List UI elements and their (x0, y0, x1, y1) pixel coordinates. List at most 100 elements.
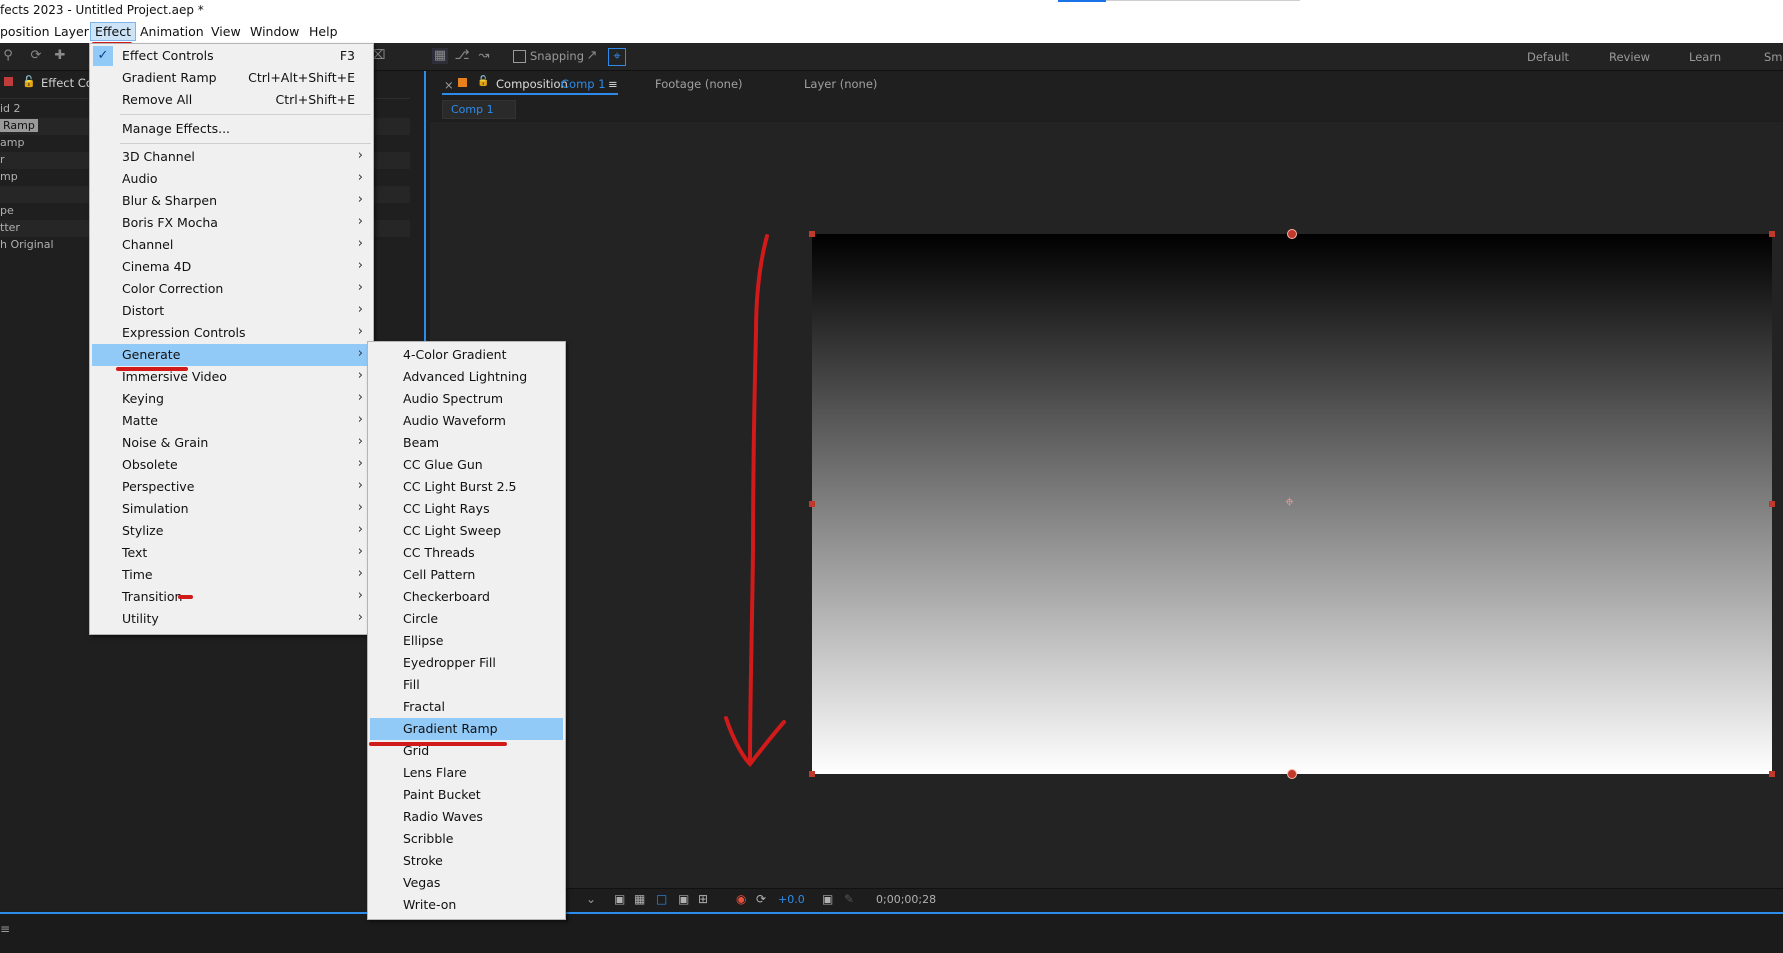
layer-handle[interactable] (1769, 231, 1775, 237)
exposure-value[interactable]: +0.0 (778, 893, 805, 906)
menu-item-3d-channel[interactable]: 3D Channel › (92, 146, 371, 168)
submenu-item-4-color-gradient[interactable]: 4-Color Gradient (370, 344, 563, 366)
lock-icon[interactable]: 🔓 (22, 75, 36, 88)
composition-tab-name[interactable]: Comp 1 (561, 77, 606, 91)
snapping-checkbox[interactable] (513, 50, 526, 63)
reset-exposure-icon[interactable]: ⟳ (756, 892, 766, 906)
composition-viewer[interactable]: ⌖ (430, 122, 1783, 888)
snapshot-icon[interactable]: ▣ (822, 892, 833, 906)
ramp-end-point[interactable] (1287, 769, 1297, 779)
submenu-item-advanced-lightning[interactable]: Advanced Lightning (370, 366, 563, 388)
layer-handle[interactable] (809, 231, 815, 237)
chevron-down-icon[interactable]: ⌄ (586, 892, 596, 906)
menu-item-boris-fx-mocha[interactable]: Boris FX Mocha › (92, 212, 371, 234)
menu-item-expression-controls[interactable]: Expression Controls › (92, 322, 371, 344)
grid-icon[interactable]: ⊞ (698, 892, 708, 906)
channel-icon[interactable]: ◉ (736, 892, 746, 906)
layer-handle[interactable] (809, 771, 815, 777)
breadcrumb-comp[interactable]: Comp 1 (451, 103, 494, 116)
show-snapshot-icon[interactable]: ✎ (844, 892, 854, 906)
region-icon[interactable]: ▣ (678, 892, 689, 906)
lock-icon[interactable]: 🔓 (477, 76, 489, 87)
pin-tool-icon[interactable]: ⎇ (454, 48, 470, 64)
menu-layer[interactable]: Layer (54, 24, 89, 39)
menu-item-effect-controls[interactable]: ✓ Effect Controls F3 (92, 45, 371, 67)
timeline-menu-icon[interactable]: ≡ (0, 922, 10, 936)
layer-handle[interactable] (1769, 771, 1775, 777)
breadcrumb[interactable]: Comp 1 (442, 100, 516, 119)
menu-composition[interactable]: position (0, 24, 50, 39)
zoom-tool-icon[interactable]: ⚲ (0, 48, 16, 64)
anchor-point-icon[interactable]: ⌖ (1285, 492, 1294, 512)
menu-animation[interactable]: Animation (140, 24, 204, 39)
submenu-item-radio-waves[interactable]: Radio Waves (370, 806, 563, 828)
submenu-item-lens-flare[interactable]: Lens Flare (370, 762, 563, 784)
menu-item-keying[interactable]: Keying › (92, 388, 371, 410)
layer-handle[interactable] (809, 501, 815, 507)
layer-handle[interactable] (1769, 501, 1775, 507)
timecode[interactable]: 0;00;00;28 (876, 893, 936, 906)
menu-item-manage-effects[interactable]: Manage Effects... (92, 118, 371, 140)
menu-item-gradient-ramp[interactable]: Gradient Ramp Ctrl+Alt+Shift+E (92, 67, 371, 89)
submenu-item-ellipse[interactable]: Ellipse (370, 630, 563, 652)
menu-item-transition[interactable]: Transition › (92, 586, 371, 608)
menu-item-time[interactable]: Time › (92, 564, 371, 586)
submenu-item-write-on[interactable]: Write-on (370, 894, 563, 916)
menu-item-blur-sharpen[interactable]: Blur & Sharpen › (92, 190, 371, 212)
roto-tool-icon[interactable]: ↝ (476, 48, 492, 64)
submenu-item-stroke[interactable]: Stroke (370, 850, 563, 872)
menu-item-noise-grain[interactable]: Noise & Grain › (92, 432, 371, 454)
submenu-item-gradient-ramp[interactable]: Gradient Ramp (370, 718, 563, 740)
menu-effect[interactable]: Effect (90, 22, 136, 41)
menu-item-obsolete[interactable]: Obsolete › (92, 454, 371, 476)
workspace-default[interactable]: Default (1527, 50, 1569, 64)
menu-item-stylize[interactable]: Stylize › (92, 520, 371, 542)
transparency-icon[interactable]: ▦ (634, 892, 645, 906)
snap-target-icon[interactable]: ⌖ (608, 48, 626, 66)
ramp-start-point[interactable] (1287, 229, 1297, 239)
submenu-item-audio-spectrum[interactable]: Audio Spectrum (370, 388, 563, 410)
menu-view[interactable]: View (211, 24, 241, 39)
close-icon[interactable]: × (444, 78, 454, 92)
anchor-tool-icon[interactable]: ✚ (52, 48, 68, 64)
camera-tool-icon[interactable]: ⟳ (28, 48, 44, 64)
effect-row[interactable]: h Original (0, 238, 54, 251)
menu-item-audio[interactable]: Audio › (92, 168, 371, 190)
submenu-item-scribble[interactable]: Scribble (370, 828, 563, 850)
submenu-item-cell-pattern[interactable]: Cell Pattern (370, 564, 563, 586)
submenu-item-cc-glue-gun[interactable]: CC Glue Gun (370, 454, 563, 476)
workspace-learn[interactable]: Learn (1689, 50, 1721, 64)
snap-options-icon[interactable]: ↗ (584, 48, 600, 64)
menu-item-simulation[interactable]: Simulation › (92, 498, 371, 520)
panel-menu-icon[interactable]: ≡ (608, 77, 618, 91)
menu-item-cinema-4d[interactable]: Cinema 4D › (92, 256, 371, 278)
submenu-item-fill[interactable]: Fill (370, 674, 563, 696)
menu-item-channel[interactable]: Channel › (92, 234, 371, 256)
submenu-item-fractal[interactable]: Fractal (370, 696, 563, 718)
menu-window[interactable]: Window (250, 24, 299, 39)
menu-item-utility[interactable]: Utility › (92, 608, 371, 630)
submenu-item-beam[interactable]: Beam (370, 432, 563, 454)
fit-icon[interactable]: ▣ (614, 892, 625, 906)
submenu-item-checkerboard[interactable]: Checkerboard (370, 586, 563, 608)
submenu-item-circle[interactable]: Circle (370, 608, 563, 630)
submenu-item-eyedropper-fill[interactable]: Eyedropper Fill (370, 652, 563, 674)
menu-item-distort[interactable]: Distort › (92, 300, 371, 322)
menu-item-generate[interactable]: Generate › (92, 344, 371, 366)
submenu-item-cc-light-sweep[interactable]: CC Light Sweep (370, 520, 563, 542)
effect-row[interactable]: mp (0, 170, 18, 183)
submenu-item-vegas[interactable]: Vegas (370, 872, 563, 894)
submenu-item-cc-threads[interactable]: CC Threads (370, 542, 563, 564)
footage-tab[interactable]: Footage (none) (655, 77, 743, 91)
menu-item-color-correction[interactable]: Color Correction › (92, 278, 371, 300)
submenu-item-paint-bucket[interactable]: Paint Bucket (370, 784, 563, 806)
workspace-review[interactable]: Review (1609, 50, 1650, 64)
composition-tab-label[interactable]: Composition (496, 77, 568, 91)
menu-item-remove-all[interactable]: Remove All Ctrl+Shift+E (92, 89, 371, 111)
menu-item-matte[interactable]: Matte › (92, 410, 371, 432)
effect-row[interactable]: pe (0, 204, 14, 217)
submenu-item-audio-waveform[interactable]: Audio Waveform (370, 410, 563, 432)
layer-tab[interactable]: Layer (none) (804, 77, 877, 91)
menu-item-perspective[interactable]: Perspective › (92, 476, 371, 498)
puppet-tool-icon[interactable]: ▦ (432, 48, 448, 64)
